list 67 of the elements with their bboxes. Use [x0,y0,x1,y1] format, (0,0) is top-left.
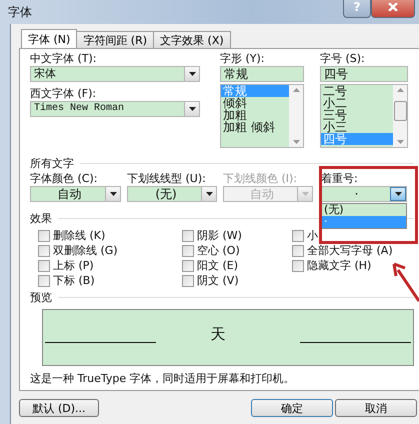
cancel-button[interactable]: 取消 [335,399,417,417]
dropdown[interactable]: (无) [127,186,217,202]
default-button[interactable]: 默认 (D)... [19,399,99,417]
checkbox[interactable] [182,230,194,242]
arrow-annotation [392,262,419,302]
dropdown-icon [297,187,312,201]
checkbox[interactable] [182,244,194,256]
input-field[interactable]: 常规 [220,66,304,82]
scroll-bar[interactable] [289,85,303,147]
checkbox-label: 删除线 (K) [53,228,106,243]
checkbox[interactable] [292,244,304,256]
field-label: 字号 (S): [320,51,366,66]
checkbox-label: 下标 (B) [53,273,95,288]
ok-button[interactable]: 确定 [251,399,333,417]
field-label: 着重号: [321,171,359,186]
checkbox-label: 空心 (O) [197,243,240,258]
dropdown[interactable]: 自动 [30,186,121,202]
section-heading: 所有文字 [30,156,74,171]
dropdown-icon [184,102,199,116]
scroll-bar[interactable] [393,85,407,147]
tab[interactable]: 字体 (N) [21,29,78,48]
checkbox[interactable] [38,274,50,286]
checkbox[interactable] [38,260,50,272]
checkbox-label: 隐藏文字 (H) [307,258,372,273]
checkbox-label: 上标 (P) [53,258,94,273]
close-icon [387,3,399,11]
dropdown-icon [201,187,216,201]
checkbox[interactable] [182,260,194,272]
checkbox-label: 小 [307,228,318,243]
section-heading: 效果 [30,211,52,226]
list-item[interactable]: 倾斜 [221,97,289,109]
field-label: 字体颜色 (C): [30,171,98,186]
tab[interactable]: 字符间距 (R) [76,31,154,48]
font-combo[interactable]: 宋体 [30,66,200,82]
checkbox-label: 双删除线 (G) [53,243,118,258]
field-label: 中文字体 (T): [30,51,98,66]
preview-text: 天 [210,325,226,345]
checkbox-label: 阴影 (W) [197,228,242,243]
dropdown[interactable]: · [319,186,407,202]
checkbox[interactable] [292,230,304,242]
window-title: 字体 [8,4,32,21]
tab[interactable]: 文字效果 (X) [153,31,231,48]
list-item[interactable]: 三号 [321,109,393,121]
field-label: 西文字体 (F): [30,86,98,101]
description-text: 这是一种 TrueType 字体，同时适用于屏幕和打印机。 [30,371,296,386]
font-combo[interactable]: Times New Roman [30,101,200,117]
dropdown-icon [105,187,120,201]
list-item[interactable]: 小三 [321,121,393,133]
dropdown-icon [184,67,199,81]
list-item[interactable]: 加粗 [221,109,289,121]
field-label: 下划线颜色 (I): [223,171,298,186]
section-heading: 预览 [30,290,52,305]
list-item[interactable]: 小二 [321,97,393,109]
close-button[interactable] [371,0,415,18]
list-item[interactable]: 加粗 倾斜 [221,121,289,133]
input-field[interactable]: 四号 [320,66,408,82]
checkbox[interactable] [182,274,194,286]
field-label: 字形 (Y): [220,51,266,66]
checkbox[interactable] [38,244,50,256]
checkbox-label: 阳文 (E) [197,258,238,273]
list-item[interactable]: (无) [320,204,406,216]
checkbox-label: 阴文 (V) [197,273,239,288]
checkbox-label: 全部大写字母 (A) [307,243,393,258]
field-label: 下划线线型 (U): [127,171,207,186]
checkbox[interactable] [292,260,304,272]
checkbox[interactable] [38,230,50,242]
list-item[interactable]: 二号 [321,85,393,97]
